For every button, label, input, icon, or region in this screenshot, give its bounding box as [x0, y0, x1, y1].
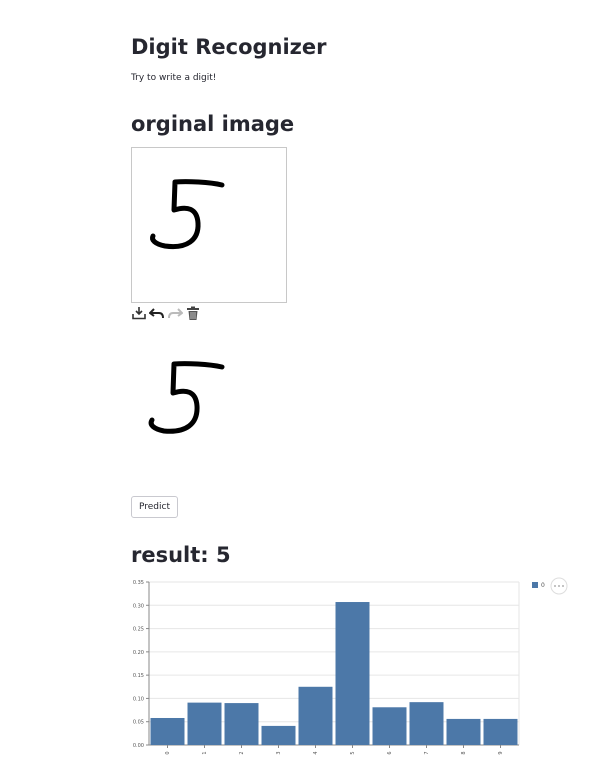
bar-7	[409, 702, 444, 745]
bar-1	[187, 702, 222, 745]
result-heading: result: 5	[131, 543, 231, 567]
x-tick-label: 6	[387, 751, 393, 754]
x-tick-label: 4	[313, 751, 319, 754]
probability-chart-svg: 0.00 0.05 0.10 0.15 0.20 0.25 0.30 0.35 0 1 2 3 4 5 6 7…	[133, 577, 568, 755]
more-options-icon	[562, 585, 564, 587]
drawing-canvas[interactable]	[131, 147, 287, 303]
x-tick-label: 2	[239, 751, 245, 754]
legend-label: 0	[541, 582, 545, 589]
bar-2	[224, 703, 259, 745]
bar-9	[483, 718, 518, 745]
canvas-toolbar	[131, 305, 201, 321]
x-tick-label: 1	[202, 751, 208, 754]
preview-digit-stroke	[148, 361, 225, 434]
undo-icon[interactable]	[149, 305, 165, 321]
y-tick-label: 0.25	[133, 627, 144, 633]
predict-button[interactable]: Predict	[131, 496, 178, 518]
x-tick-label: 5	[350, 751, 356, 754]
bar-8	[446, 718, 481, 745]
page-subtitle: Try to write a digit!	[131, 73, 217, 83]
x-tick-label: 8	[461, 751, 467, 754]
page-title: Digit Recognizer	[131, 35, 327, 59]
legend-swatch	[532, 582, 538, 588]
bar-3	[261, 725, 296, 745]
y-tick-label: 0.05	[133, 720, 144, 726]
y-tick-label: 0.35	[133, 580, 144, 586]
bar-6	[372, 707, 407, 745]
y-tick-label: 0.10	[133, 696, 144, 702]
bar-0	[150, 717, 185, 745]
y-tick-label: 0.20	[133, 650, 144, 656]
y-tick-label: 0.30	[133, 603, 144, 609]
x-tick-label: 9	[498, 751, 504, 754]
probability-chart: 0.00 0.05 0.10 0.15 0.20 0.25 0.30 0.35 0 1 2 3 4 5 6 7…	[127, 575, 597, 765]
processed-image-preview	[131, 335, 285, 489]
more-options-icon	[558, 585, 560, 587]
bar-5	[335, 602, 370, 745]
digit-stroke	[150, 179, 225, 250]
trash-icon[interactable]	[185, 305, 201, 321]
x-tick-label: 0	[165, 751, 171, 754]
y-tick-label: 0.00	[133, 743, 144, 749]
redo-icon[interactable]	[167, 305, 183, 321]
download-icon[interactable]	[131, 305, 147, 321]
x-tick-label: 3	[276, 751, 282, 754]
more-options-icon	[554, 585, 556, 587]
original-image-heading: orginal image	[131, 112, 295, 136]
bar-4	[298, 686, 333, 745]
y-tick-label: 0.15	[133, 673, 144, 679]
x-tick-label: 7	[424, 751, 430, 754]
